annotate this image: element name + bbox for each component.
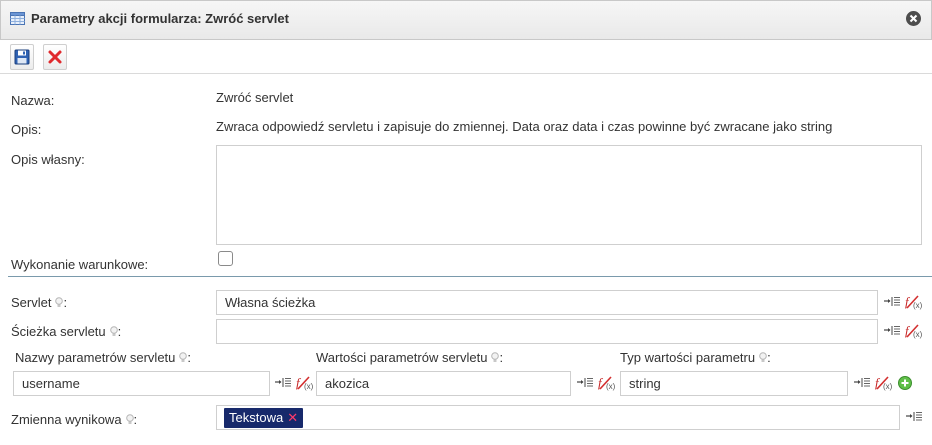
svg-text:(x): (x) — [304, 382, 313, 391]
window-title: Parametry akcji formularza: Zwróć servle… — [31, 11, 289, 26]
move-to-list-icon[interactable] — [275, 375, 293, 391]
name-label: Nazwa: — [11, 93, 55, 108]
servlet-label-text: Servlet — [11, 295, 52, 310]
svg-text:(x): (x) — [913, 330, 922, 339]
param-values-label: Wartości parametrów servletu : — [316, 350, 504, 365]
section-separator — [8, 276, 932, 277]
servlet-select[interactable]: Własna ścieżka — [216, 290, 878, 315]
svg-text:(x): (x) — [913, 301, 922, 310]
result-var-tag[interactable]: Tekstowa ✕ — [224, 408, 304, 428]
cancel-icon — [48, 50, 62, 64]
hint-bulb-icon[interactable] — [109, 325, 118, 340]
close-icon[interactable] — [906, 11, 921, 26]
cancel-button[interactable] — [43, 44, 67, 70]
param-names-label: Nazwy parametrów servletu : — [15, 350, 192, 365]
servlet-path-label-text: Ścieżka servletu — [11, 324, 106, 339]
name-value: Zwróć servlet — [216, 90, 294, 105]
function-clear-icon[interactable]: f (x) — [874, 374, 893, 391]
param-types-label: Typ wartości parametru : — [620, 350, 771, 366]
move-to-list-icon[interactable] — [854, 375, 872, 391]
conditional-checkbox[interactable] — [218, 251, 233, 266]
move-to-list-icon[interactable] — [884, 294, 902, 310]
function-clear-icon[interactable]: f (x) — [597, 374, 616, 391]
conditional-label: Wykonanie warunkowe: — [11, 257, 149, 272]
hint-bulb-icon[interactable] — [759, 351, 767, 366]
description-label: Opis: — [11, 122, 42, 137]
function-clear-icon[interactable]: f (x) — [904, 322, 923, 339]
description-value: Zwraca odpowiedź servletu i zapisuje do … — [216, 119, 833, 134]
param-name-input[interactable]: username — [13, 371, 270, 396]
move-to-list-icon[interactable] — [884, 323, 902, 339]
result-var-tag-label: Tekstowa — [229, 410, 284, 425]
add-parameter-icon[interactable] — [898, 376, 912, 390]
result-var-label: Zmienna wynikowa : — [11, 412, 138, 428]
servlet-path-input[interactable] — [216, 319, 878, 344]
hint-bulb-icon[interactable] — [125, 413, 134, 428]
function-clear-icon[interactable]: f (x) — [295, 374, 314, 391]
result-var-field[interactable] — [216, 405, 900, 430]
svg-text:(x): (x) — [883, 382, 892, 391]
function-clear-icon[interactable]: f (x) — [904, 293, 923, 310]
param-names-label-text: Nazwy parametrów servletu — [15, 350, 176, 365]
custom-description-label: Opis własny: — [11, 152, 85, 167]
param-values-label-text: Wartości parametrów servletu — [316, 350, 488, 365]
svg-text:(x): (x) — [606, 382, 615, 391]
remove-tag-icon[interactable]: ✕ — [287, 410, 298, 425]
servlet-label: Servlet : — [11, 295, 68, 310]
result-var-label-text: Zmienna wynikowa — [11, 412, 122, 427]
param-types-label-text: Typ wartości parametru — [620, 350, 756, 365]
servlet-path-label: Ścieżka servletu : — [11, 324, 122, 340]
save-icon — [14, 49, 30, 65]
save-button[interactable] — [10, 44, 34, 70]
move-to-list-icon[interactable] — [906, 409, 924, 425]
table-icon — [10, 12, 25, 25]
move-to-list-icon[interactable] — [577, 375, 595, 391]
toolbar-divider — [0, 73, 932, 74]
param-type-select[interactable]: string — [620, 371, 848, 396]
custom-description-textarea[interactable] — [216, 145, 922, 245]
param-value-input[interactable]: akozica — [316, 371, 571, 396]
